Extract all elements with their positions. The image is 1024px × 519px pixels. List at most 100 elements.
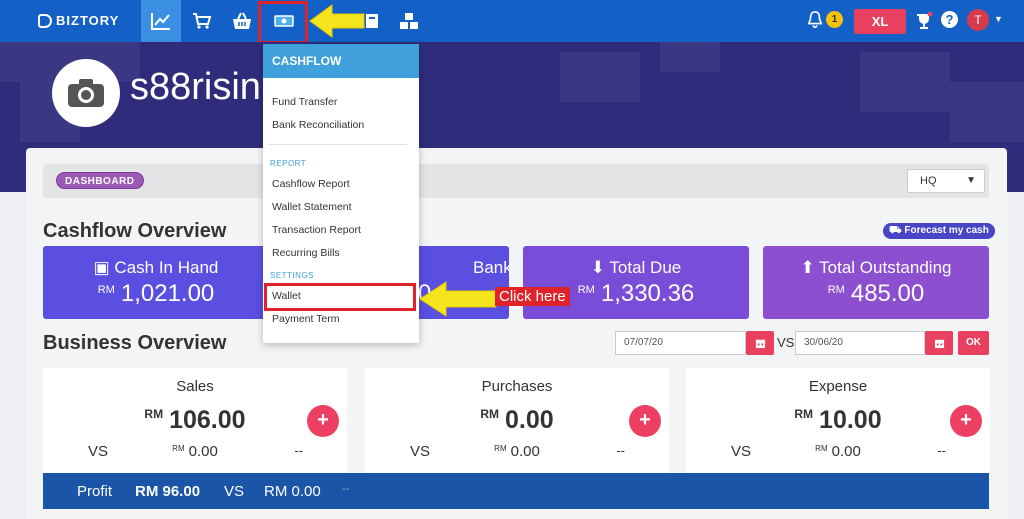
profit-change: -- [342,483,350,495]
logo-text: BIZTORY [56,13,120,28]
branch-select-value: HQ [920,175,937,187]
tile-value: 1,021.00 [120,280,215,307]
menu-item-cashflow-report[interactable]: Cashflow Report [272,178,350,190]
annotation-arrow-cashflow [309,4,365,38]
help-icon[interactable]: ? [941,11,958,28]
card-cmp-value: 0.00 [188,443,218,460]
plan-badge-button[interactable]: XL [854,9,906,34]
upload-icon: ⬆ [800,258,820,277]
total-due-tile[interactable]: ⬇ Total Due RM 1,330.36 [523,246,749,319]
profit-cmp-value: RM 0.00 [264,483,321,500]
card-change: -- [616,443,625,458]
notification-count-badge: 1 [826,11,843,28]
card-currency: RM [144,407,164,421]
forecast-my-cash-button[interactable]: ⛟ Forecast my cash [883,223,995,239]
trophy-button[interactable] [915,11,933,30]
add-expense-button[interactable]: + [950,405,982,437]
tile-currency: RM [827,284,845,296]
store-logo-placeholder[interactable] [52,59,120,127]
store-name-heading: s88risin [130,66,261,108]
user-avatar[interactable]: T [967,9,989,31]
notification-bell-button[interactable] [806,10,826,32]
profit-value: RM 96.00 [135,483,201,500]
profit-label: Profit [77,483,113,500]
menu-section-report: REPORT [270,159,307,168]
chart-line-icon [151,13,170,30]
nav-purchases-button[interactable] [222,0,262,42]
annotation-click-here: Click here [495,287,570,306]
cashflow-overview-title: Cashflow Overview [43,220,227,242]
tile-title: Bank [473,258,512,277]
nav-dashboard-button[interactable] [141,0,181,42]
nav-sales-button[interactable] [182,0,222,42]
card-currency: RM [794,407,814,421]
tile-value: 1,330.36 [600,280,695,307]
cash-in-hand-tile[interactable]: ▣ Cash In Hand RM 1,021.00 [43,246,269,319]
money-icon: ▣ [93,258,115,277]
card-cmp-currency: RM [494,444,507,453]
tile-currency: RM [577,284,595,296]
sales-card: Sales RM 106.00 + VS RM 0.00 -- [43,368,347,478]
menu-item-recurring-bills[interactable]: Recurring Bills [272,247,340,259]
nav-products-button[interactable] [389,0,429,42]
card-title: Purchases [481,378,553,395]
add-purchase-button[interactable]: + [629,405,661,437]
cubes-icon [400,13,418,29]
card-value: 10.00 [819,406,882,434]
add-sale-button[interactable]: + [307,405,339,437]
date-to-input[interactable]: 30/06/20 [795,331,925,355]
download-icon: ⬇ [590,258,610,277]
top-nav-bar: BIZTORY 1 XL ? T ▼ [0,0,1024,44]
purchases-card: Purchases RM 0.00 + VS RM 0.00 -- [365,368,669,478]
basket-icon [233,12,251,29]
dashboard-toolbar [43,164,989,198]
card-cmp-value: 0.00 [510,443,540,460]
biztory-logo[interactable]: BIZTORY [38,13,119,28]
card-value: 106.00 [169,406,246,434]
profit-bar: Profit RM 96.00 VS RM 0.00 -- [43,473,989,509]
tile-title: Total Outstanding [819,258,952,277]
car-icon: ⛟ [889,225,905,236]
annotation-highlight-wallet [264,283,416,311]
date-from-input[interactable]: 07/07/20 [615,331,746,355]
calendar-icon [934,339,944,348]
menu-item-transaction-report[interactable]: Transaction Report [272,224,361,236]
trophy-icon [917,11,933,29]
annotation-highlight-cashflow [258,1,308,44]
tile-currency: RM [97,284,115,296]
total-outstanding-tile[interactable]: ⬆ Total Outstanding RM 485.00 [763,246,989,319]
calendar-icon [755,339,765,348]
card-cmp-currency: RM [815,444,828,453]
branch-select[interactable]: HQ ▼ [907,169,985,193]
menu-item-fund-transfer[interactable]: Fund Transfer [272,96,337,108]
profit-vs-label: VS [224,483,245,500]
date-to-picker-button[interactable] [925,331,953,355]
chevron-down-icon: ▼ [966,175,976,186]
card-value: 0.00 [505,406,554,434]
camera-icon [68,79,104,107]
card-cmp-value: 0.00 [831,443,861,460]
tile-value: 485.00 [850,280,925,307]
chevron-down-icon[interactable]: ▼ [994,14,1003,24]
bell-icon [807,11,823,28]
card-change: -- [294,443,303,458]
cashflow-menu-header: CASHFLOW [263,44,419,78]
card-currency: RM [480,407,499,421]
date-from-picker-button[interactable] [746,331,774,355]
date-ok-button[interactable]: OK [958,331,989,355]
menu-item-wallet-statement[interactable]: Wallet Statement [272,201,352,213]
dashboard-badge: DASHBOARD [56,172,144,189]
annotation-arrow-wallet [419,281,497,317]
shopping-cart-icon [193,13,212,29]
menu-item-payment-term[interactable]: Payment Term [272,313,340,325]
menu-section-settings: SETTINGS [270,271,315,280]
date-vs-label: VS [777,335,795,350]
menu-item-bank-reconciliation[interactable]: Bank Reconciliation [272,119,364,131]
business-overview-title: Business Overview [43,332,227,354]
tile-title: Cash In Hand [114,258,219,277]
card-cmp-currency: RM [172,444,185,453]
expense-card: Expense RM 10.00 + VS RM 0.00 -- [686,368,990,478]
tile-title: Total Due [609,258,682,277]
logo-icon [38,13,52,28]
menu-divider [269,144,407,145]
